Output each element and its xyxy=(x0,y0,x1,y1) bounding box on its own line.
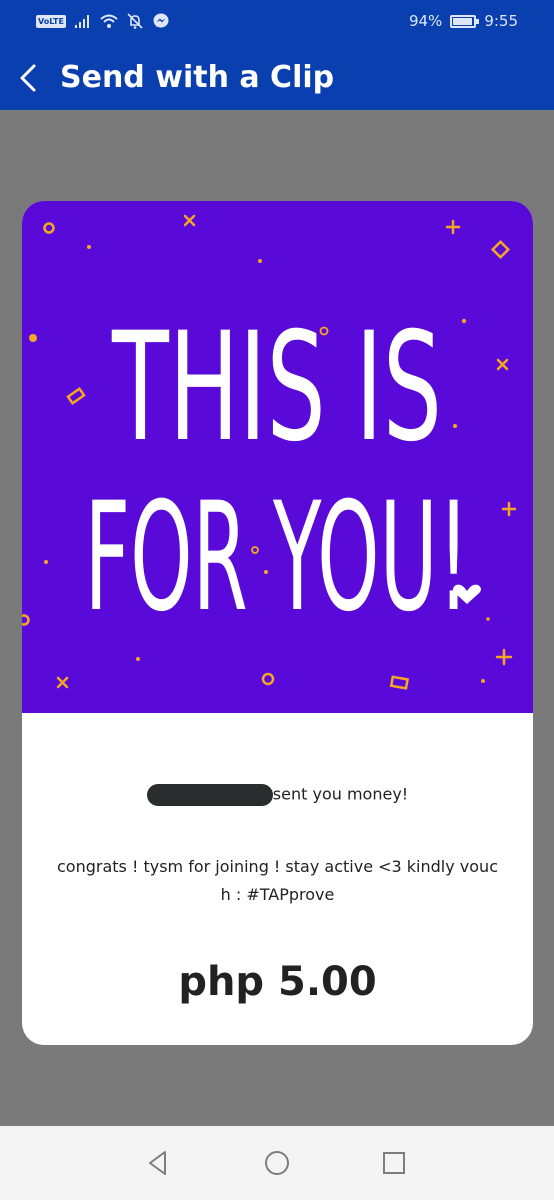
battery-percent: 94% xyxy=(408,12,443,30)
clock: 9:55 xyxy=(484,12,518,30)
clip-banner: THIS IS FOR YOU! xyxy=(22,201,533,713)
clip-headline-line2: FOR YOU! xyxy=(85,471,470,645)
money-clip-card: THIS IS FOR YOU! sent you money! congrat… xyxy=(22,201,533,1045)
page-title: Send with a Clip xyxy=(60,60,335,95)
sender-line: sent you money! xyxy=(22,784,533,806)
clip-headline-line1: THIS IS xyxy=(111,301,442,475)
volte-badge: VoLTE xyxy=(36,14,66,28)
app-bar: Send with a Clip xyxy=(0,46,554,110)
messenger-icon xyxy=(153,13,169,28)
battery-fill xyxy=(453,17,472,25)
system-nav-bar xyxy=(0,1126,554,1200)
status-right: 94% 9:55 xyxy=(409,12,518,30)
recents-square-icon[interactable] xyxy=(377,1146,411,1180)
back-arrow-icon[interactable] xyxy=(12,58,52,98)
home-circle-icon[interactable] xyxy=(260,1146,294,1180)
status-bar: VoLTE 94% 9:55 xyxy=(0,0,554,46)
battery-icon xyxy=(450,14,480,28)
redacted-sender-name xyxy=(146,784,273,806)
sender-text: sent you money! xyxy=(272,784,409,804)
back-triangle-icon[interactable] xyxy=(141,1146,175,1180)
clip-message: congrats ! tysm for joining ! stay activ… xyxy=(56,857,498,904)
signal-icon xyxy=(74,15,89,28)
mute-icon xyxy=(127,13,143,29)
clip-artwork: THIS IS FOR YOU! xyxy=(22,214,517,690)
amount-value: php 5.00 xyxy=(178,959,377,1005)
status-left: VoLTE xyxy=(36,12,170,30)
wifi-icon xyxy=(100,14,118,28)
